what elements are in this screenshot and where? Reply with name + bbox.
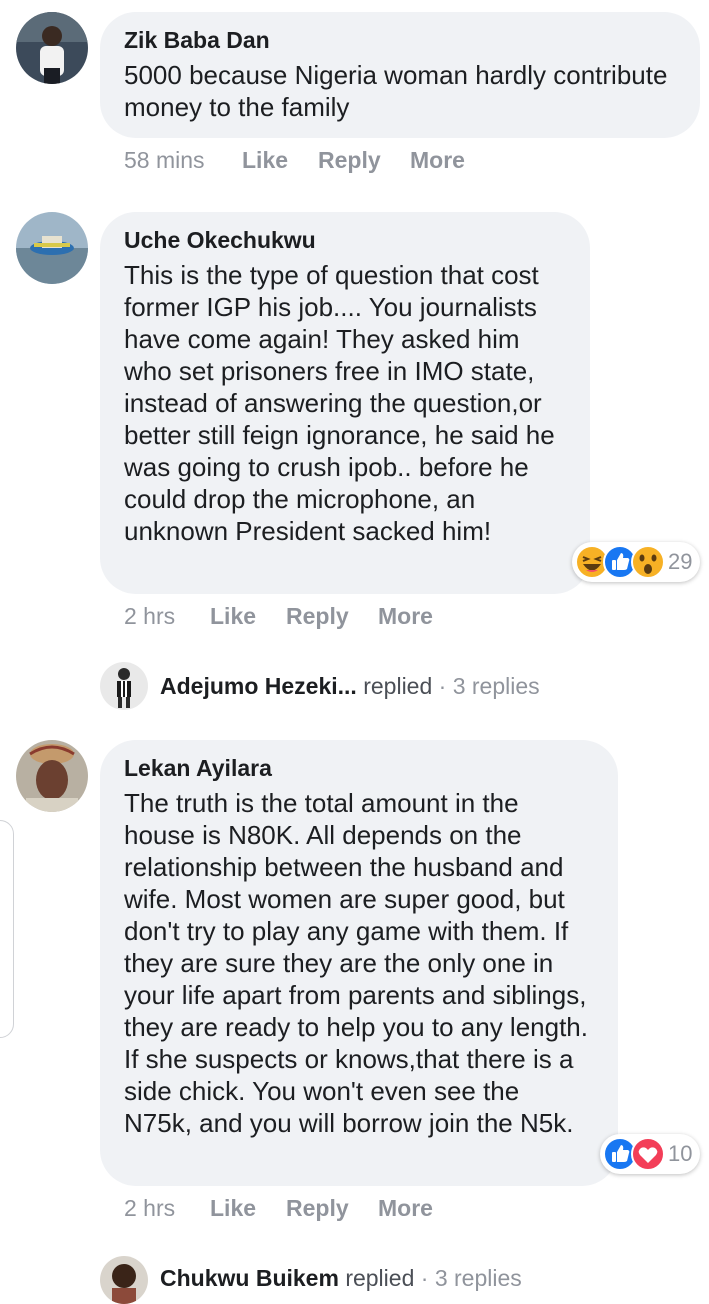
like-button[interactable]: Like — [210, 1193, 256, 1223]
reaction-count: 10 — [668, 1141, 693, 1166]
view-replies-link[interactable]: Chukwu Buikem replied · 3 replies — [160, 1263, 522, 1293]
replies-count: 3 replies — [434, 1265, 522, 1291]
comment-author[interactable]: Uche Okechukwu — [124, 226, 566, 254]
reaction-summary[interactable]: 29 — [572, 542, 700, 582]
separator-dot: · — [420, 1265, 429, 1291]
more-button[interactable]: More — [378, 1193, 433, 1223]
replied-label: replied — [345, 1265, 415, 1291]
comment-bubble: Uche Okechukwu This is the type of quest… — [100, 212, 590, 594]
offscreen-card-edge — [0, 820, 14, 1038]
comment-bubble: Zik Baba Dan 5000 because Nigeria woman … — [100, 12, 700, 138]
like-button[interactable]: Like — [210, 601, 256, 631]
reply-avatar[interactable] — [100, 662, 148, 710]
more-button[interactable]: More — [378, 601, 433, 631]
comment-bubble: Lekan Ayilara The truth is the total amo… — [100, 740, 618, 1186]
timestamp[interactable]: 58 mins — [124, 145, 205, 175]
reply-button[interactable]: Reply — [286, 601, 349, 631]
comment-author[interactable]: Zik Baba Dan — [124, 26, 676, 54]
reply-button[interactable]: Reply — [318, 145, 381, 175]
comment-text: 5000 because Nigeria woman hardly contri… — [124, 60, 668, 122]
comment-author[interactable]: Lekan Ayilara — [124, 754, 594, 782]
timestamp[interactable]: 2 hrs — [124, 1193, 175, 1223]
replies-count: 3 replies — [452, 673, 540, 699]
avatar[interactable] — [16, 12, 88, 84]
like-button[interactable]: Like — [242, 145, 288, 175]
reply-author: Adejumo Hezeki... — [160, 673, 357, 699]
timestamp[interactable]: 2 hrs — [124, 601, 175, 631]
comment-text: This is the type of question that cost f… — [124, 260, 555, 546]
avatar[interactable] — [16, 740, 88, 812]
reply-button[interactable]: Reply — [286, 1193, 349, 1223]
reply-author: Chukwu Buikem — [160, 1265, 339, 1291]
comment-actions: 58 mins Like Reply More — [124, 145, 524, 175]
view-replies-link[interactable]: Adejumo Hezeki... replied · 3 replies — [160, 671, 540, 701]
wow-icon — [631, 545, 665, 579]
reaction-count: 29 — [668, 549, 693, 574]
reply-avatar[interactable] — [100, 1256, 148, 1304]
comment-text: The truth is the total amount in the hou… — [124, 788, 588, 1138]
comment-actions: 2 hrs Like Reply More — [124, 1193, 524, 1223]
more-button[interactable]: More — [410, 145, 465, 175]
separator-dot: · — [438, 673, 447, 699]
reaction-summary[interactable]: 10 — [600, 1134, 700, 1174]
love-icon — [631, 1137, 665, 1171]
comment-actions: 2 hrs Like Reply More — [124, 601, 524, 631]
avatar[interactable] — [16, 212, 88, 284]
replied-label: replied — [363, 673, 433, 699]
